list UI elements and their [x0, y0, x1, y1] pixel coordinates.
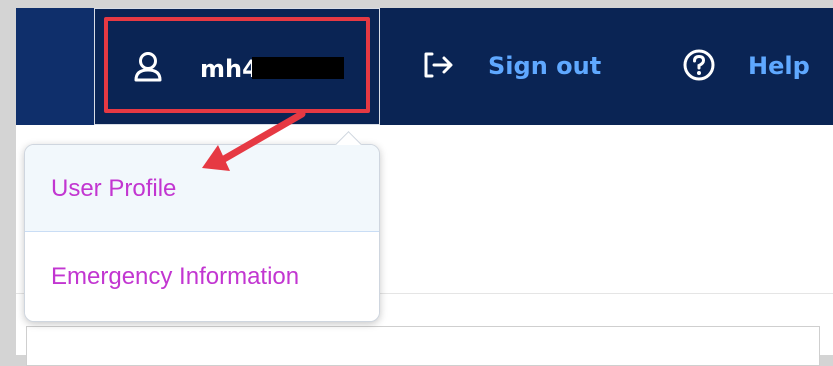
- help-label: Help: [748, 52, 810, 80]
- sign-out-label: Sign out: [488, 52, 602, 80]
- menu-item-emergency-information[interactable]: Emergency Information: [25, 232, 379, 321]
- content-panel: [26, 326, 820, 366]
- help-icon: [683, 49, 715, 81]
- user-name: mh4: [200, 55, 259, 83]
- navbar-left-block: [16, 8, 94, 125]
- menu-item-user-profile[interactable]: User Profile: [25, 145, 379, 232]
- redaction-block: [252, 57, 344, 79]
- user-menu-button[interactable]: mh4: [94, 8, 380, 125]
- top-navbar: mh4 Sign out Help: [16, 8, 833, 125]
- user-icon: [134, 52, 162, 82]
- signout-icon: [424, 52, 453, 78]
- user-dropdown-menu: User Profile Emergency Information: [24, 131, 380, 322]
